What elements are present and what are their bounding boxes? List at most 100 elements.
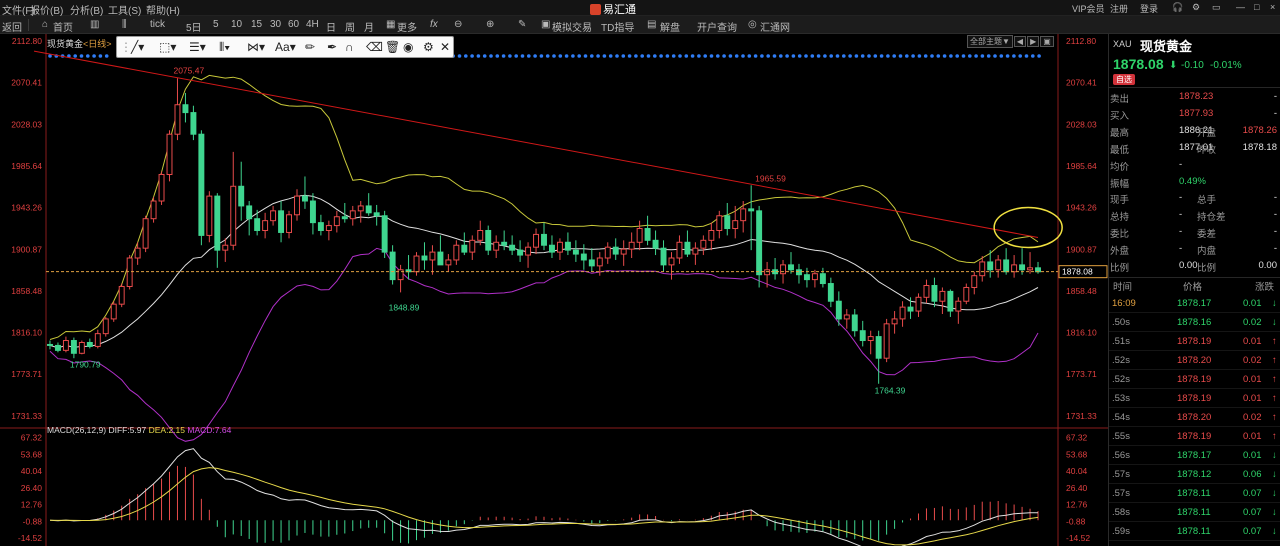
close-icon[interactable]: ✕ [440,40,450,54]
marker-dot [747,54,752,58]
channel-tool-icon[interactable]: ⦀▾ [219,40,230,55]
marker-dot [949,54,953,58]
candle-body [373,212,380,217]
menu-help[interactable]: 帮助(H) [146,2,180,17]
menu-quote[interactable]: 报价(B) [30,2,63,17]
marker-dot [590,54,594,58]
arrow-down-icon: ↓ [1272,507,1277,518]
settings-icon[interactable]: ⚙ [1192,2,1200,13]
macd-tick-left: 53.68 [21,449,43,459]
vip-link[interactable]: VIP会员 [1072,2,1105,15]
tf-more[interactable]: 更多 [397,19,417,34]
candle-body [461,244,468,253]
macd-tick-right: 53.68 [1066,449,1088,459]
tf-5day[interactable]: 5日 [186,19,202,34]
scroll-right-button[interactable]: ▶ [1027,36,1040,47]
sim-trade-icon[interactable]: ▣ [541,19,550,30]
text-tool-icon[interactable]: Aa▾ [275,40,296,54]
window-close-icon[interactable]: × [1270,2,1275,12]
candle-body [381,215,388,253]
pattern-tool-icon[interactable]: ⋈▾ [247,40,265,54]
scroll-left-button[interactable]: ◀ [1013,36,1027,47]
marker-dot [1005,54,1010,58]
tf-15[interactable]: 15 [251,19,262,30]
tf-60[interactable]: 60 [288,19,299,30]
candle-body [867,336,874,342]
huitong-button[interactable]: 汇通网 [760,19,790,34]
formula-icon[interactable]: fx [430,19,438,30]
candle-body [525,246,532,256]
arrow-up-icon: ↑ [1272,336,1277,347]
menu-analysis[interactable]: 分析(B) [70,2,103,17]
marker-dot [1037,54,1041,58]
magnet-icon[interactable]: ∩ [345,40,354,54]
td-guide-button[interactable]: TD指导 [601,19,634,34]
price-chart[interactable]: 2112.80 2112.80 2070.41 2070.41 2028.03 2028.… [0,34,1108,546]
marker-dot [653,54,657,58]
tf-week[interactable]: 周 [345,19,355,34]
text-tool-label: Aa [275,40,290,54]
menu-tools[interactable]: 工具(S) [108,2,141,17]
marker-dot [961,54,966,58]
fullscreen-button[interactable]: ▣ [1040,36,1054,47]
grid-icon[interactable]: ▦ [386,19,395,30]
candle-body [134,247,141,259]
marker-dot [552,54,556,58]
candle-body [1019,264,1026,271]
login-link[interactable]: 登录 [1140,2,1158,15]
settings-icon[interactable]: ⚙ [423,40,434,54]
tf-4h[interactable]: 4H [306,19,319,30]
maximize-icon[interactable]: □ [1254,2,1259,12]
tf-tick[interactable]: tick [150,19,165,30]
pencil-icon[interactable]: ✏ [305,40,315,54]
huitong-icon[interactable]: ◎ [748,19,757,30]
restore-icon[interactable]: ▭ [1212,2,1221,13]
home-icon[interactable]: ⌂ [42,19,48,30]
marker-dot [457,54,462,58]
register-link[interactable]: 注册 [1110,2,1128,15]
candle-body [86,341,93,347]
quote-row: 委比 - 委差 - [1109,224,1280,240]
zoom-in-icon[interactable]: ⊕ [486,19,494,30]
eraser-icon[interactable]: ⌫ [366,40,383,54]
tick-row: .57s 1878.12 0.06 ↓ [1109,465,1280,484]
pen-icon[interactable]: ✒ [327,40,337,54]
sim-trade-button[interactable]: 模拟交易 [552,19,592,34]
marker-dot [545,54,550,58]
tf-month[interactable]: 月 [364,19,374,34]
quote-change-pct: -0.01% [1210,60,1242,71]
marker-dot [791,54,796,58]
tf-10[interactable]: 10 [231,19,242,30]
arrow-down-icon: ↓ [1272,488,1277,499]
line-tool-icon[interactable]: ╱▾ [131,40,144,54]
trash-icon[interactable]: 🗑 [385,40,400,54]
watchlist-badge[interactable]: 自选 [1113,74,1135,85]
candle-body [541,233,547,246]
back-button[interactable]: 返回 [2,19,22,34]
headset-icon[interactable]: 🎧 [1172,2,1183,13]
draw-icon[interactable]: ✎ [518,19,526,30]
rect-tool-icon[interactable]: ⬚▾ [159,40,176,54]
fib-tool-icon[interactable]: ☰▾ [189,40,206,54]
candle-body [421,255,428,261]
tf-5[interactable]: 5 [213,19,219,30]
zoom-out-icon[interactable]: ⊖ [454,19,462,30]
tf-day[interactable]: 日 [326,19,336,34]
minimize-icon[interactable]: — [1236,2,1245,12]
marker-dot [627,54,632,58]
theme-select[interactable]: 全部主题▼ [967,35,1013,48]
jiepan-button[interactable]: 解盘 [660,19,680,34]
eye-icon[interactable]: ◉ [403,40,413,54]
candle-body [54,344,61,351]
extreme-label: 1965.59 [755,174,786,184]
analysis-icon[interactable]: ▤ [647,19,656,30]
tf-30[interactable]: 30 [270,19,281,30]
home-button[interactable]: 首页 [53,19,73,34]
marker-dot [835,54,840,58]
tick-row: .53s 1878.19 0.01 ↑ [1109,389,1280,408]
price-tick-left: 1900.87 [11,244,42,254]
chart-area[interactable]: 2112.80 2112.80 2070.41 2070.41 2028.03 2028.… [0,34,1108,546]
account-query-button[interactable]: 开户查询 [697,19,737,34]
bar-chart-icon[interactable]: ▥ [90,19,99,30]
candle-chart-icon[interactable]: ⫼ [122,19,127,30]
